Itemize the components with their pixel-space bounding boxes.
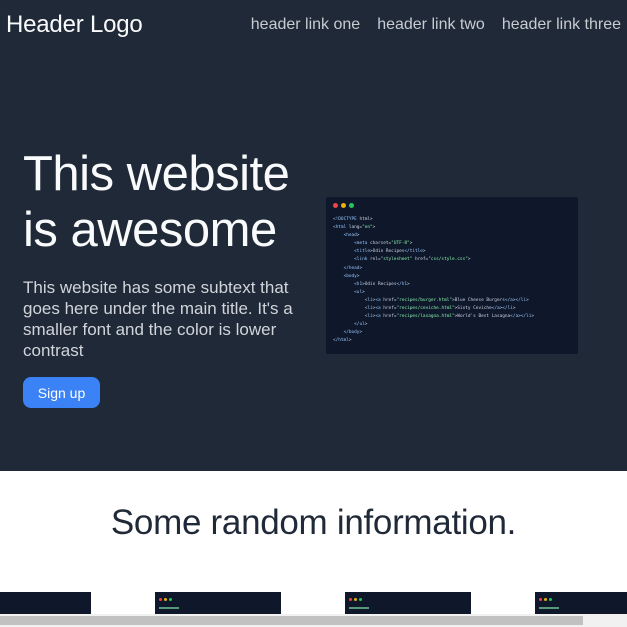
code-line: <ul> [354, 289, 365, 295]
code-line: <li><a href="recipes/lasagna.html">World… [364, 314, 534, 320]
code-line: </body> [343, 330, 363, 336]
code-line: <body> [343, 273, 360, 279]
code-line: <li><a href="recipes/ceviche.html">Sixty… [364, 306, 516, 312]
card-image [0, 592, 91, 616]
code-line: </head> [343, 265, 363, 271]
scrollbar-thumb[interactable] [0, 616, 583, 625]
header-logo[interactable]: Header Logo [6, 11, 143, 39]
window-controls [333, 203, 354, 208]
maximize-dot-icon [349, 203, 354, 208]
code-line: <title>Odin Recipes</title> [354, 249, 426, 255]
code-line: </ul> [354, 322, 368, 328]
minimize-dot-icon [341, 203, 346, 208]
code-line: <li><a href="recipes/burger.html">Blue C… [364, 297, 529, 303]
header-link-three[interactable]: header link three [502, 16, 621, 34]
code-line: <html lang="en"> [333, 225, 376, 231]
code-line: <link rel="stylesheet" href="css/style.c… [354, 257, 471, 263]
code-line: <!DOCTYPE html> [333, 217, 373, 222]
hero-title: This website is awesome [23, 147, 290, 257]
section-title: Some random information. [110, 503, 517, 542]
code-line: <head> [343, 233, 360, 239]
card-image [345, 592, 471, 616]
code-line: <h1>Odin Recipes</h1> [354, 281, 410, 287]
code-line: </html> [333, 338, 352, 344]
header-link-two[interactable]: header link two [377, 16, 485, 34]
code-screenshot-image: <!DOCTYPE html> <html lang="en"> <head> <… [326, 197, 578, 354]
card-image [535, 592, 627, 616]
sign-up-button[interactable]: Sign up [23, 377, 100, 408]
hero-section: Header Logo header link one header link … [0, 0, 627, 471]
code-block: <!DOCTYPE html> <html lang="en"> <head> <… [333, 216, 578, 346]
header-nav: header link one header link two header l… [251, 16, 621, 34]
image-cards-row [0, 592, 627, 616]
header-link-one[interactable]: header link one [251, 16, 360, 34]
hero-subtext: This website has some subtext that goes … [23, 278, 293, 360]
close-dot-icon [333, 203, 338, 208]
code-line: <meta charset="UTF-8"> [354, 241, 413, 247]
card-image [155, 592, 281, 616]
